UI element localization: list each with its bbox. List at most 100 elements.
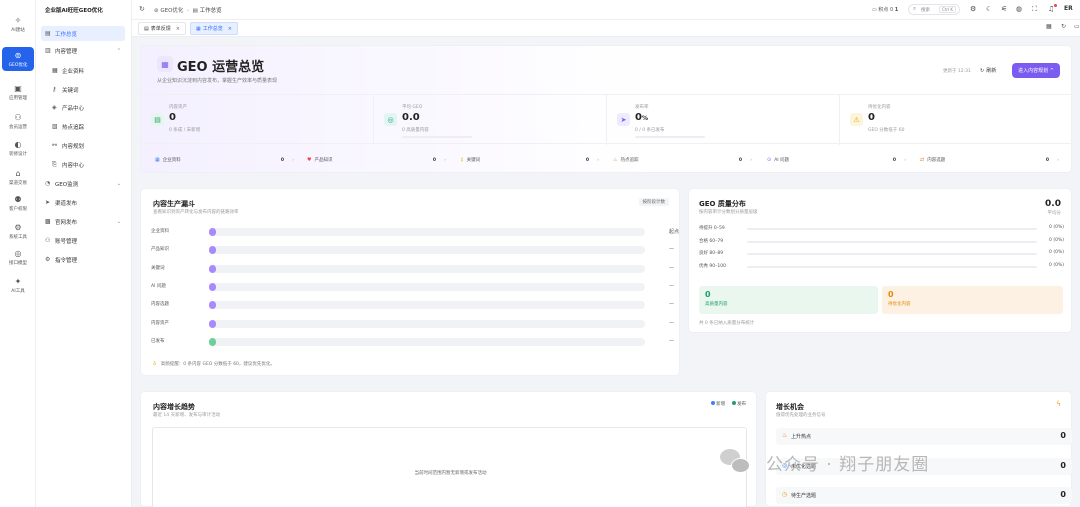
rail-item-label: 客户权限 [9, 206, 27, 212]
funnel-track [209, 246, 645, 255]
menu-item-9[interactable]: ➤ 渠道发布 [41, 195, 125, 210]
funnel-row: 内容资产 — [151, 318, 681, 329]
growth-row[interactable]: ♨ 上升热点 0 [776, 428, 1072, 445]
funnel-row: AI 问题 — [151, 281, 681, 292]
trend-legend: 新增 发布 [710, 401, 746, 407]
ai-tools-icon: ✦ [14, 276, 22, 286]
dark-mode-icon[interactable]: ☾ [986, 5, 992, 13]
growth-row-label: 待生产选题 [791, 493, 817, 499]
menu-item-5[interactable]: ▧ 热点追踪 [52, 119, 84, 134]
points-extra: 1 [894, 7, 899, 13]
growth-title: 增长机会 [776, 403, 804, 411]
watermark: 公众号 · 翔子朋友圈 [718, 444, 1063, 480]
funnel-row-value: — [669, 301, 674, 308]
menu-item-11[interactable]: ⚇ 账号管理 [41, 233, 125, 248]
avatar[interactable]: ER [1064, 5, 1073, 12]
trend-card: 内容增长趋势 最近 14 天新增、发布与审计活动 新增 发布 当前时间范围内暂无… [140, 391, 757, 507]
rail-item-5[interactable]: ⌂ 渠道交易 [2, 165, 34, 189]
rail-item-label: 系统工具 [9, 234, 27, 240]
menu-item-1[interactable]: ▥ 内容管理 ⌃ [41, 43, 125, 58]
quality-row: 优秀 90–100 0 (0%) [699, 262, 1064, 272]
translate-icon[interactable]: ⚟ [1001, 5, 1007, 13]
quality-title: GEO 质量分布 [699, 200, 746, 208]
tab-form-feedback[interactable]: ▤ 表单反馈 × [138, 22, 186, 35]
tab-menu-icon[interactable]: ▭ [1074, 23, 1080, 30]
menu-item-8[interactable]: ◔ GEO监测 ⌄ [41, 176, 125, 191]
grid-view-icon[interactable]: ▦ [1046, 23, 1052, 30]
overview-breadcrumb-icon: ▤ [192, 8, 198, 14]
reload-icon[interactable]: ↻ [1061, 23, 1066, 30]
funnel-track [209, 337, 645, 346]
close-icon[interactable]: × [176, 26, 180, 32]
quick-item-2[interactable]: ⚷ 关键词 0 › [460, 154, 601, 166]
menu-item-6[interactable]: ⚯ 内容规划 [52, 138, 84, 153]
rail-item-4[interactable]: ◐ 装修设计 [2, 136, 34, 160]
funnel-row-label: 企业资料 [151, 229, 169, 234]
menu-item-2[interactable]: ▦ 企业资料 [52, 63, 84, 78]
funnel-subtitle: 查看知识到资产转化与发布内容的链路效率 [153, 210, 239, 215]
quality-track [747, 253, 1037, 255]
quality-subtitle: 按内容审计分数划分质量层级 [699, 210, 758, 215]
growth-row[interactable]: ◷ 待生产选题 0 [776, 487, 1072, 504]
menu-item-0[interactable]: ▤ 工作总览 [41, 26, 125, 41]
breadcrumb-item-geo[interactable]: GEO优化 [160, 8, 183, 14]
rail-item-3[interactable]: ⚇ 会员运营 [2, 109, 34, 133]
quick-item-value: 0 [892, 157, 896, 163]
points-chip[interactable]: ▭ 积点 0 1 [872, 6, 898, 13]
growth-row-label: 上升热点 [791, 434, 812, 440]
close-icon[interactable]: × [228, 26, 232, 32]
menu-item-label: 产品中心 [62, 105, 85, 112]
quick-item-value: 0 [280, 157, 284, 163]
search-box[interactable]: ⌕ 搜索 Ctrl K [908, 4, 960, 15]
fullscreen-icon[interactable]: ⛶ [1032, 5, 1037, 14]
quick-item-3[interactable]: ♨ 热点追踪 0 › [613, 154, 754, 166]
rail-item-8[interactable]: ◎ 接口模型 [2, 245, 34, 269]
settings-icon[interactable]: ⚙ [970, 5, 976, 13]
quick-item-4[interactable]: ⊙ AI 问题 0 › [767, 154, 908, 166]
rail-item-label: AI建站 [11, 27, 25, 33]
funnel-row-label: 关键词 [151, 265, 165, 271]
theme-icon[interactable]: ◍ [1016, 5, 1022, 13]
rail-item-6[interactable]: ⚉ 客户权限 [2, 191, 34, 215]
funnel-row: 关键词 — [151, 263, 681, 274]
quick-item-1[interactable]: ♥ 产品知识 0 › [307, 154, 448, 166]
chevron-icon[interactable]: ⌄ [117, 219, 121, 225]
tab-overview[interactable]: ▦ 工作总览 × [190, 22, 238, 35]
funnel-bar [209, 228, 216, 236]
rail-item-0[interactable]: ✧ AI建站 [2, 12, 34, 36]
clock-icon: ◷ [782, 491, 788, 498]
quick-item-label: 产品知识 [314, 158, 333, 163]
rail-item-9[interactable]: ✦ AI工具 [2, 273, 34, 297]
quick-item-label: AI 问题 [774, 158, 790, 163]
menu-item-label: 渠道发布 [55, 200, 78, 207]
rail-item-2[interactable]: ▣ 应用管理 [2, 80, 34, 104]
quick-item-0[interactable]: ▦ 企业资料 0 › [155, 154, 296, 166]
quality-average: 0.0 [1045, 199, 1061, 209]
menu-item-3[interactable]: ⚷ 关键词 [52, 82, 79, 97]
quick-item-label: 热点追踪 [620, 158, 639, 163]
publish-icon: ➤ [45, 199, 51, 206]
refresh-icon[interactable]: ↻ [139, 5, 145, 13]
funnel-track [209, 319, 645, 328]
quick-item-value: 0 [1045, 157, 1049, 163]
menu-item-7[interactable]: ⎘ 内容中心 [52, 157, 84, 172]
funnel-row: 内容选题 — [151, 299, 681, 310]
rail-item-1[interactable]: ⊚ GEO优化 [2, 47, 34, 71]
menu-item-12[interactable]: ⚙ 指令管理 [41, 252, 125, 267]
rail-item-7[interactable]: ⚙ 系统工具 [2, 219, 34, 243]
quality-row: 合格 60–79 0 (0%) [699, 237, 1064, 247]
search-shortcut: Ctrl K [938, 6, 956, 13]
menu-item-4[interactable]: ◈ 产品中心 [52, 100, 84, 115]
chevron-icon[interactable]: ⌃ [117, 48, 121, 54]
funnel-row-label: 内容选题 [151, 302, 169, 308]
chevron-icon[interactable]: ⌄ [117, 181, 121, 187]
high-quality-box: 0 高质量内容 [699, 286, 878, 314]
growth-subtitle: 值得优先处理的业务信号 [776, 413, 826, 418]
tab-bar: ▤ 表单反馈 × ▦ 工作总览 × ▦ ↻ ▭ [132, 20, 1080, 37]
brand-title: 企业版AI旺旺GEO优化 [45, 8, 103, 14]
menu-item-10[interactable]: ▩ 官网发布 ⌄ [41, 214, 125, 229]
content-center-icon: ⎘ [52, 160, 57, 168]
wechat-logo-icon [718, 446, 752, 476]
quick-item-5[interactable]: ⇄ 内容选题 0 › [920, 154, 1061, 166]
members-icon: ⚇ [14, 112, 22, 122]
